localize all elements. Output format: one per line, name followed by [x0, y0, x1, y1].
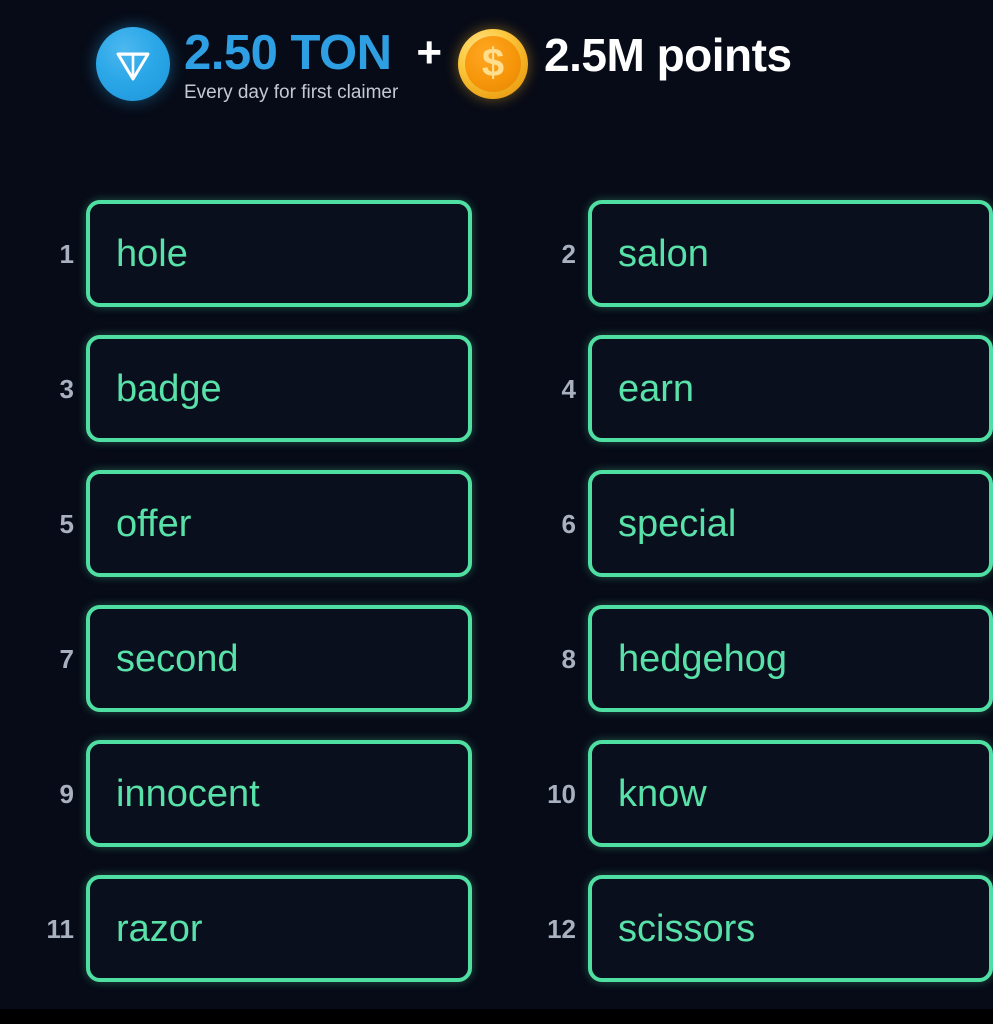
word-index: 11 [46, 913, 75, 944]
word-cell: 7 second [0, 605, 472, 712]
word-input-box[interactable]: razor [86, 875, 472, 982]
word-cell: 1 hole [0, 200, 472, 307]
word-row: 7 second 8 hedgehog [0, 605, 993, 712]
word-value: razor [116, 907, 203, 950]
word-value: scissors [618, 907, 756, 950]
word-value: offer [116, 502, 192, 545]
word-index: 3 [59, 373, 74, 404]
gold-coin-face: $ [465, 36, 522, 92]
word-index: 7 [59, 643, 74, 674]
plus-icon: + [416, 28, 443, 77]
word-cell: 8 hedgehog [472, 605, 993, 712]
word-input-box[interactable]: scissors [588, 875, 993, 982]
word-grid: 1 hole 2 salon 3 badge 4 earn 5 offer 6 … [0, 200, 993, 1010]
word-index: 8 [561, 643, 576, 674]
word-cell: 3 badge [0, 335, 472, 442]
word-input-box[interactable]: salon [588, 200, 993, 307]
dollar-sign-icon: $ [481, 41, 505, 85]
word-input-box[interactable]: offer [86, 470, 472, 577]
word-row: 1 hole 2 salon [0, 200, 993, 307]
word-index: 1 [59, 238, 74, 269]
word-cell: 11 razor [0, 875, 472, 982]
reward-banner-content: 2.50 TON Every day for first claimer + $… [96, 26, 792, 104]
word-index: 5 [59, 508, 74, 539]
word-index: 9 [59, 778, 74, 809]
reward-banner: 2.50 TON Every day for first claimer + $… [0, 0, 993, 140]
word-cell: 4 earn [472, 335, 993, 442]
bottom-black-bar [0, 1009, 993, 1024]
word-value: badge [116, 367, 222, 410]
points-amount-label: 2.5M points [544, 29, 792, 81]
word-cell: 9 innocent [0, 740, 472, 847]
word-input-box[interactable]: know [588, 740, 993, 847]
word-index: 6 [561, 508, 576, 539]
word-cell: 5 offer [0, 470, 472, 577]
ton-coin-icon [96, 27, 170, 101]
word-input-box[interactable]: badge [86, 335, 472, 442]
word-cell: 10 know [472, 740, 993, 847]
word-input-box[interactable]: hole [86, 200, 472, 307]
word-input-box[interactable]: hedgehog [588, 605, 993, 712]
word-input-box[interactable]: earn [588, 335, 993, 442]
word-cell: 12 scissors [472, 875, 993, 982]
word-value: know [618, 772, 707, 815]
page-canvas: 2.50 TON Every day for first claimer + $… [0, 0, 993, 1009]
word-index: 2 [561, 238, 576, 269]
word-index: 10 [547, 778, 576, 809]
ton-diamond-glyph [116, 52, 150, 81]
ton-reward-text: 2.50 TON Every day for first claimer [184, 26, 398, 104]
word-value: hedgehog [618, 637, 788, 680]
word-value: hole [116, 232, 188, 275]
word-input-box[interactable]: second [86, 605, 472, 712]
word-cell: 2 salon [472, 200, 993, 307]
word-index: 4 [561, 373, 576, 404]
word-row: 5 offer 6 special [0, 470, 993, 577]
gold-coin-icon: $ [458, 29, 529, 99]
word-index: 12 [547, 913, 576, 944]
word-cell: 6 special [472, 470, 993, 577]
word-value: special [618, 502, 737, 545]
word-value: second [116, 637, 239, 680]
word-row: 11 razor 12 scissors [0, 875, 993, 982]
word-input-box[interactable]: innocent [86, 740, 472, 847]
word-value: innocent [116, 772, 260, 815]
ton-amount-label: 2.50 TON [184, 26, 392, 80]
word-row: 9 innocent 10 know [0, 740, 993, 847]
word-input-box[interactable]: special [588, 470, 993, 577]
ton-subtitle-label: Every day for first claimer [184, 82, 399, 103]
word-row: 3 badge 4 earn [0, 335, 993, 442]
app-screen: 2.50 TON Every day for first claimer + $… [0, 0, 993, 1024]
word-value: salon [618, 232, 709, 275]
word-value: earn [618, 367, 695, 410]
